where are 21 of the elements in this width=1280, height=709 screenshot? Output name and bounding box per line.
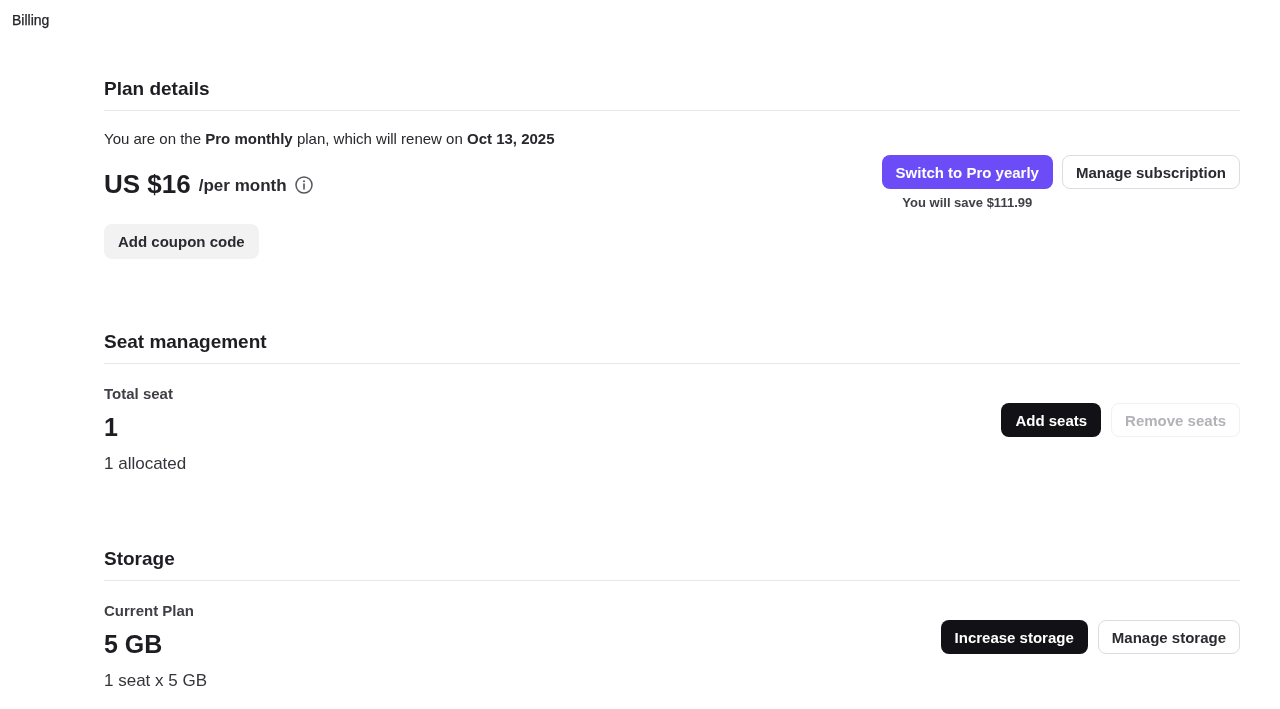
action-button[interactable]: Add seats — [1001, 403, 1102, 437]
savings-note: You will save $111.99 — [902, 195, 1033, 210]
action-button[interactable]: Increase storage — [940, 620, 1088, 654]
stat-detail: 1 seat x 5 GB — [104, 670, 207, 692]
action-button[interactable]: Switch to Pro yearly — [881, 155, 1053, 189]
stat-label: Current Plan — [104, 601, 194, 621]
coupon-button[interactable]: Add coupon code — [104, 224, 259, 259]
stat-value: 1 — [104, 412, 118, 443]
plan-summary: You are on the Pro monthly plan, which will renew on Oct 13, 2025 — [104, 129, 555, 149]
section-heading: Seat management — [104, 330, 267, 354]
section-heading: Plan details — [104, 77, 210, 101]
info-icon[interactable] — [294, 176, 313, 194]
action-button[interactable]: Manage subscription — [1061, 155, 1240, 189]
stat-label: Total seat — [104, 384, 173, 404]
section-heading: Storage — [104, 547, 175, 571]
plan-price: US $16 — [104, 168, 191, 200]
stat-detail: 1 allocated — [104, 453, 187, 475]
stat-value: 5 GB — [104, 629, 163, 660]
billing-period: /per month — [198, 175, 287, 197]
action-button[interactable]: Manage storage — [1097, 620, 1240, 654]
page-title: Billing — [12, 12, 50, 28]
